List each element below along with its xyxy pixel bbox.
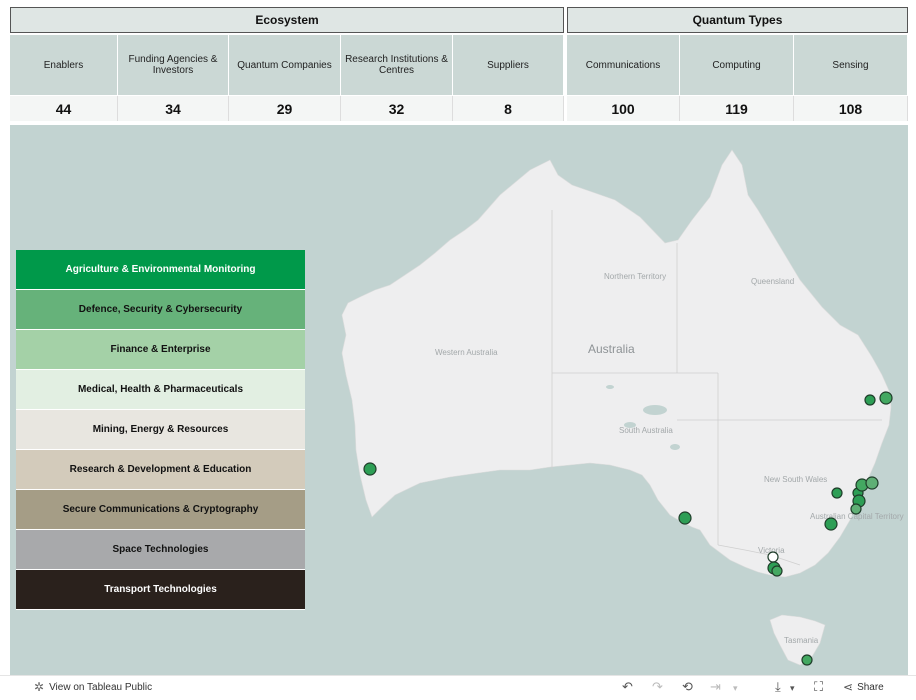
legend-item-label: Mining, Energy & Resources [92,424,229,435]
industry-legend: Agriculture & Environmental Monitoring De… [16,250,305,611]
legend-item-label: Space Technologies [112,544,209,555]
tableau-toolbar: ✲ View on Tableau Public ↶ ↷ ⟲ ⇥ ▾ ⤓ ▾ ⛶… [0,675,916,700]
dashboard: Ecosystem Quantum Types Enablers Funding… [0,0,916,700]
forward-icon[interactable]: ⇥ [710,679,721,695]
legend-item[interactable]: Space Technologies [16,530,305,570]
metric-value-research: 32 [341,96,453,121]
view-on-tableau-link[interactable]: ✲ View on Tableau Public [34,680,152,694]
legend-item[interactable]: Mining, Energy & Resources [16,410,305,450]
map-marker[interactable] [850,503,862,515]
metric-label-companies[interactable]: Quantum Companies [229,35,341,95]
view-on-tableau-label: View on Tableau Public [49,681,153,693]
map-marker[interactable] [824,517,838,531]
forward-dropdown-icon[interactable]: ▾ [733,683,738,694]
redo-icon[interactable]: ↷ [652,679,663,695]
legend-item-label: Finance & Enterprise [110,344,211,355]
map-marker[interactable] [767,551,779,563]
share-button[interactable]: ⋖ Share [843,680,884,694]
metric-label-research[interactable]: Research Institutions & Centres [341,35,453,95]
download-dropdown-icon[interactable]: ▾ [790,683,795,694]
undo-icon[interactable]: ↶ [622,679,633,695]
legend-item[interactable]: Defence, Security & Cybersecurity [16,290,305,330]
metric-label-sensing[interactable]: Sensing [794,35,908,95]
metric-label-communications[interactable]: Communications [567,35,680,95]
legend-item-label: Defence, Security & Cybersecurity [78,304,243,315]
legend-item[interactable]: Finance & Enterprise [16,330,305,370]
quantum-types-header: Quantum Types [567,7,908,33]
map-marker[interactable] [864,394,876,406]
map-marker[interactable] [678,511,692,525]
map-label-nt: Northern Territory [604,272,666,281]
map-marker[interactable] [801,654,813,666]
tableau-logo-icon: ✲ [34,680,45,694]
legend-item[interactable]: Transport Technologies [16,570,305,610]
map-marker[interactable] [771,565,783,577]
australia-mainland [341,149,892,578]
legend-item[interactable]: Research & Development & Education [16,450,305,490]
share-label: Share [857,681,884,693]
ecosystem-header: Ecosystem [10,7,564,33]
map-label-qld: Queensland [751,277,794,286]
metric-value-communications: 100 [567,96,680,121]
metric-value-computing: 119 [680,96,794,121]
share-icon: ⋖ [843,680,854,694]
map-label-wa: Western Australia [435,348,498,357]
quantum-types-title: Quantum Types [692,13,783,27]
metric-value-enablers: 44 [10,96,118,121]
legend-item-label: Agriculture & Environmental Monitoring [65,264,256,275]
metric-label-suppliers[interactable]: Suppliers [453,35,564,95]
legend-item-label: Research & Development & Education [69,464,252,475]
map-marker[interactable] [363,462,377,476]
map-label-nsw: New South Wales [764,475,827,484]
map-label-australia: Australia [588,342,635,356]
metric-label-funding[interactable]: Funding Agencies & Investors [118,35,229,95]
legend-item-label: Transport Technologies [104,584,217,595]
metric-value-suppliers: 8 [453,96,564,121]
metric-value-funding: 34 [118,96,229,121]
legend-item[interactable]: Secure Communications & Cryptography [16,490,305,530]
legend-item[interactable]: Agriculture & Environmental Monitoring [16,250,305,290]
map-label-sa: South Australia [619,426,673,435]
metric-value-companies: 29 [229,96,341,121]
metric-label-enablers[interactable]: Enablers [10,35,118,95]
download-icon[interactable]: ⤓ [775,679,781,695]
map-marker[interactable] [831,487,843,499]
map-marker[interactable] [865,476,879,490]
metric-label-computing[interactable]: Computing [680,35,794,95]
legend-item[interactable]: Medical, Health & Pharmaceuticals [16,370,305,410]
fullscreen-icon[interactable]: ⛶ [814,679,823,695]
map-label-tas: Tasmania [784,636,819,645]
map-marker[interactable] [879,391,893,405]
legend-item-label: Secure Communications & Cryptography [62,504,259,515]
ecosystem-title: Ecosystem [255,13,319,27]
revert-icon[interactable]: ⟲ [682,679,693,695]
legend-item-label: Medical, Health & Pharmaceuticals [77,384,244,395]
metric-value-sensing: 108 [794,96,908,121]
